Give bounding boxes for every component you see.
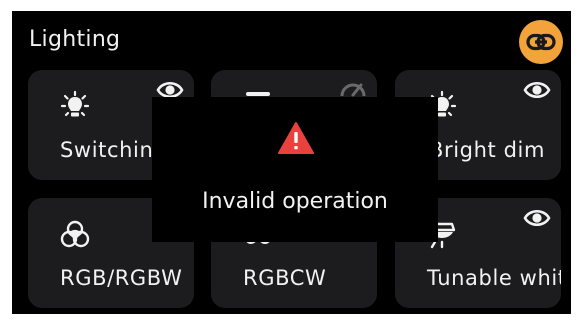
card-label: RGBCW [243, 266, 327, 290]
rgb-color-icon [60, 220, 90, 248]
card-label: RGB/RGBW [60, 266, 183, 290]
bulb-icon [60, 90, 90, 117]
toast-message: Invalid operation [202, 189, 388, 214]
card-label: Bright dim [429, 138, 546, 162]
link-button[interactable] [519, 20, 563, 64]
card-label: Switching [60, 138, 158, 162]
eye-icon[interactable] [523, 206, 551, 230]
page-title: Lighting [29, 27, 121, 52]
card-label: Tunable white [427, 266, 561, 290]
error-toast: Invalid operation [152, 97, 438, 242]
warning-icon [278, 122, 314, 154]
lighting-screen: Lighting Switching Bright dim RGB/RGBW R… [12, 11, 571, 314]
eye-icon[interactable] [523, 78, 551, 102]
link-icon [519, 20, 563, 64]
